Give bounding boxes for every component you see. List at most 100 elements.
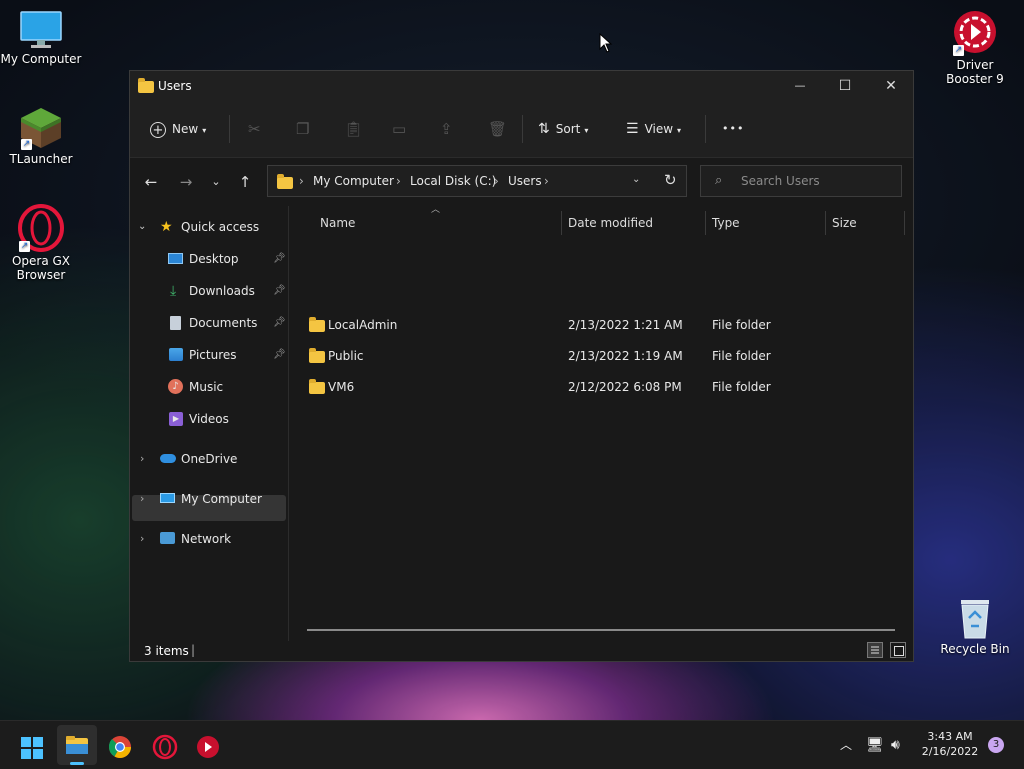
forward-arrow-icon[interactable]: →: [175, 170, 197, 194]
new-button[interactable]: + New ▾: [150, 119, 218, 139]
column-divider[interactable]: [904, 211, 905, 235]
desktop-icon-label: Driver Booster 9: [946, 58, 1004, 86]
nav-downloads[interactable]: ⤓ Downloads 📌︎: [130, 279, 288, 303]
music-note-icon: ♪: [168, 379, 183, 394]
network-status-icon[interactable]: 🖥︎: [866, 721, 884, 769]
pin-icon[interactable]: 📌︎: [273, 279, 286, 303]
nav-label: Network: [181, 532, 232, 546]
recent-locations-chevron-icon[interactable]: ⌄: [205, 170, 227, 194]
pin-icon[interactable]: 📌︎: [273, 247, 286, 271]
rename-icon[interactable]: ▭: [392, 119, 406, 139]
table-row[interactable]: Public 2/13/2022 1:19 AM File folder: [304, 344, 904, 368]
up-arrow-icon[interactable]: ↑: [234, 170, 256, 194]
desktop-icon-recycle-bin[interactable]: Recycle Bin: [934, 596, 1016, 656]
column-header-name[interactable]: Name: [320, 216, 355, 230]
breadcrumb-local-disk[interactable]: Local Disk (C:): [410, 174, 496, 188]
sort-button[interactable]: ⇅ Sort ▾: [538, 119, 588, 139]
volume-icon[interactable]: 🔊︎: [891, 721, 900, 769]
details-view-button[interactable]: [867, 642, 883, 658]
table-row[interactable]: VM6 2/12/2022 6:08 PM File folder: [304, 375, 904, 399]
nav-documents[interactable]: Documents 📌︎: [130, 311, 288, 335]
mouse-cursor-icon: [599, 32, 613, 56]
folder-icon: [277, 174, 293, 189]
breadcrumb-users[interactable]: Users: [508, 174, 542, 188]
column-divider[interactable]: [705, 211, 706, 235]
file-type: File folder: [712, 349, 771, 363]
nav-music[interactable]: ♪ Music: [130, 375, 288, 399]
chrome-icon: [108, 736, 131, 758]
desktop-icon-tlauncher[interactable]: ↗ TLauncher: [0, 106, 82, 166]
title-bar[interactable]: Users — ☐ ✕: [130, 71, 913, 101]
nav-onedrive[interactable]: › OneDrive: [138, 447, 288, 471]
taskbar-driver-booster[interactable]: [188, 725, 228, 765]
nav-label: OneDrive: [181, 452, 238, 466]
recycle-bin-icon: [955, 596, 995, 640]
refresh-icon[interactable]: ↻: [664, 171, 677, 189]
delete-icon[interactable]: 🗑︎: [488, 119, 507, 139]
notification-badge[interactable]: 3: [988, 737, 1004, 753]
cut-icon[interactable]: ✂: [248, 119, 261, 139]
driver-booster-icon: ↗: [951, 8, 999, 56]
windows-logo-icon: [21, 737, 43, 759]
view-button[interactable]: ☰ View ▾: [626, 119, 681, 139]
taskbar-chrome[interactable]: [100, 725, 140, 765]
column-header-size[interactable]: Size: [832, 216, 857, 230]
back-arrow-icon[interactable]: ←: [140, 170, 162, 194]
column-header-type[interactable]: Type: [712, 216, 740, 230]
folder-icon: [309, 348, 325, 363]
column-header-date[interactable]: Date modified: [568, 216, 653, 230]
start-button[interactable]: [12, 725, 52, 765]
desktop-icon-my-computer[interactable]: My Computer: [0, 10, 82, 66]
nav-pictures[interactable]: Pictures 📌︎: [130, 343, 288, 367]
address-dropdown-chevron-icon[interactable]: ⌄: [632, 174, 640, 185]
share-icon[interactable]: ⇪: [440, 119, 453, 139]
folder-icon: [309, 379, 325, 394]
pane-splitter[interactable]: [288, 206, 289, 641]
horizontal-scrollbar[interactable]: [307, 629, 895, 631]
minimize-button[interactable]: —: [777, 71, 823, 101]
nav-videos[interactable]: ▶ Videos: [130, 407, 288, 431]
large-icons-view-button[interactable]: [890, 642, 906, 658]
pin-icon[interactable]: 📌︎: [273, 343, 286, 367]
copy-icon[interactable]: ❐: [296, 119, 309, 139]
nav-quick-access[interactable]: ⌄ ★ Quick access: [138, 215, 288, 239]
close-button[interactable]: ✕: [868, 71, 914, 101]
nav-my-computer[interactable]: › My Computer: [138, 487, 288, 511]
file-name: LocalAdmin: [328, 318, 398, 332]
monitor-icon: [160, 493, 175, 503]
item-count: 3 items: [144, 644, 189, 658]
nav-network[interactable]: › Network: [138, 527, 288, 551]
toolbar-divider: [522, 115, 523, 143]
video-icon: ▶: [169, 412, 183, 426]
desktop-icon-label: Recycle Bin: [940, 642, 1010, 656]
breadcrumb-my-computer[interactable]: My Computer: [313, 174, 394, 188]
clock[interactable]: 3:43 AM 2/16/2022: [918, 729, 982, 759]
new-label: New: [172, 122, 199, 136]
taskbar-file-explorer[interactable]: [57, 725, 97, 765]
breadcrumb-separator-icon: ›: [299, 174, 304, 188]
desktop-icon-driver-booster[interactable]: ↗ Driver Booster 9: [934, 8, 1016, 86]
sort-indicator-icon: ︿: [431, 205, 441, 215]
pin-icon[interactable]: 📌︎: [273, 311, 286, 335]
cloud-icon: [160, 454, 176, 463]
file-list: ︿ Name Date modified Type Size LocalAdmi…: [290, 205, 912, 636]
table-row[interactable]: LocalAdmin 2/13/2022 1:21 AM File folder: [304, 313, 904, 337]
file-name: VM6: [328, 380, 355, 394]
search-placeholder: Search Users: [741, 174, 820, 188]
maximize-button[interactable]: ☐: [822, 71, 868, 101]
column-divider[interactable]: [561, 211, 562, 235]
show-hidden-icons-chevron[interactable]: ︿: [840, 721, 852, 769]
folder-icon: [138, 78, 154, 93]
expand-chevron-icon: ⌄: [138, 221, 147, 232]
paste-icon[interactable]: 📋︎: [344, 119, 363, 139]
desktop-icon-opera-gx[interactable]: ↗ Opera GX Browser: [0, 204, 82, 282]
taskbar-opera-gx[interactable]: [145, 725, 185, 765]
nav-desktop[interactable]: Desktop 📌︎: [130, 247, 288, 271]
search-box[interactable]: ⌕ Search Users: [700, 165, 902, 197]
address-bar[interactable]: › My Computer › Local Disk (C:) › Users …: [267, 165, 687, 197]
expand-chevron-icon: ›: [140, 532, 145, 545]
window-title: Users: [158, 79, 192, 93]
column-divider[interactable]: [825, 211, 826, 235]
more-options-button[interactable]: •••: [722, 119, 744, 139]
nav-label: Quick access: [181, 220, 260, 234]
